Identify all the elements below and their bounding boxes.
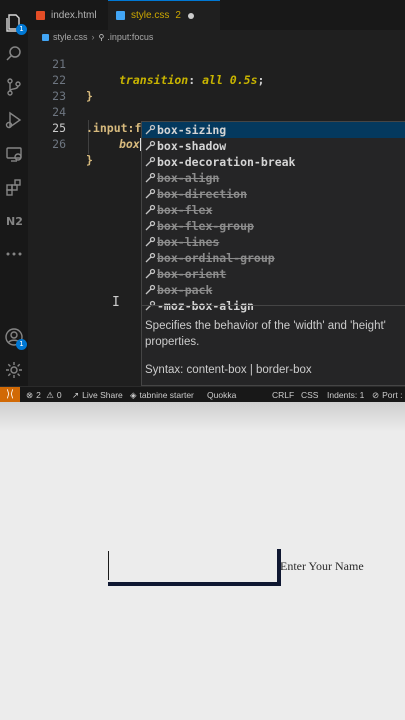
code-line: 22 } xyxy=(28,56,405,103)
mouse-ibeam-icon: I xyxy=(112,295,120,310)
problems-status[interactable]: ⊗ 2 ⚠ 0 xyxy=(26,387,62,402)
code-line: 25 box xyxy=(28,104,405,151)
suggestion-item[interactable]: box-direction xyxy=(142,186,405,202)
suggestion-label: box-ordinal-group xyxy=(157,251,275,265)
error-icon: ⊗ xyxy=(26,390,34,400)
suggestion-label: box-orient xyxy=(157,267,227,281)
suggestion-item[interactable]: box-align xyxy=(142,170,405,186)
html-file-icon xyxy=(36,10,45,20)
quokka-button[interactable]: Quokka xyxy=(207,387,236,402)
suggestion-item[interactable]: box-lines xyxy=(142,234,405,250)
extensions-icon[interactable] xyxy=(4,177,24,197)
account-icon[interactable]: 1 xyxy=(4,327,27,350)
suggestion-label: box-direction xyxy=(157,187,248,201)
problems-count: 2 xyxy=(175,10,181,21)
property-wrench-icon xyxy=(144,220,156,232)
property-wrench-icon xyxy=(144,172,156,184)
svg-text:N2: N2 xyxy=(6,215,23,228)
activity-bar: 1 N2 1 xyxy=(0,0,28,386)
property-wrench-icon xyxy=(144,156,156,168)
suggestion-label: box-lines xyxy=(157,235,220,249)
port-icon: ⊘ xyxy=(372,390,380,400)
suggestion-item[interactable]: box-ordinal-group xyxy=(142,250,405,266)
status-bar: ⟩⟨ ⊗ 2 ⚠ 0 ↗ Live Share ◈ tabnine starter Qu… xyxy=(0,386,405,402)
suggestion-item[interactable]: box-shadow xyxy=(142,138,405,154)
n2-icon[interactable]: N2 xyxy=(4,210,24,230)
port-button[interactable]: ⊘ Port : xyxy=(372,387,402,402)
tabnine-icon: ◈ xyxy=(130,390,137,400)
source-control-icon[interactable] xyxy=(4,77,24,97)
more-icon[interactable] xyxy=(4,244,24,264)
property-wrench-icon xyxy=(144,284,156,296)
tabnine-button[interactable]: ◈ tabnine starter xyxy=(130,387,194,402)
notification-badge: 1 xyxy=(16,339,27,350)
property-wrench-icon xyxy=(144,252,156,264)
line-ending-button[interactable]: CRLF xyxy=(272,387,294,402)
remote-explorer-icon[interactable] xyxy=(4,144,24,164)
line-number: 26 xyxy=(52,137,66,151)
suggestion-item[interactable]: box-decoration-break xyxy=(142,154,405,170)
css-file-icon xyxy=(116,11,125,20)
suggestion-label: box-flex xyxy=(157,203,213,217)
suggestion-label: box-pack xyxy=(157,283,213,297)
language-mode-button[interactable]: CSS xyxy=(301,387,318,402)
suggestion-item[interactable]: box-sizing xyxy=(142,122,405,138)
tab-label: style.css xyxy=(131,10,170,21)
run-debug-icon[interactable] xyxy=(4,110,24,130)
suggestion-details: Specifies the behavior of the 'width' an… xyxy=(142,305,405,386)
property-wrench-icon xyxy=(144,124,156,136)
input-label: Enter Your Name xyxy=(280,559,364,573)
preview-top-shadow xyxy=(0,402,405,432)
property-wrench-icon xyxy=(144,236,156,248)
suggestion-item[interactable]: box-flex xyxy=(142,202,405,218)
property-wrench-icon xyxy=(144,188,156,200)
property-wrench-icon xyxy=(144,140,156,152)
tab-label: index.html xyxy=(51,9,97,21)
warning-icon: ⚠ xyxy=(46,390,54,400)
autocomplete-widget: box-sizing box-shadow box-decoration-break… xyxy=(141,121,405,386)
suggestion-label: box-flex-group xyxy=(157,219,254,233)
suggestion-label: box-align xyxy=(157,171,220,185)
live-share-icon: ↗ xyxy=(72,390,80,400)
explorer-icon[interactable]: 1 xyxy=(4,12,27,35)
notification-badge: 1 xyxy=(16,24,27,35)
code-text: } xyxy=(86,153,93,167)
live-share-button[interactable]: ↗ Live Share xyxy=(72,387,123,402)
tab-style-css[interactable]: style.css 2 xyxy=(108,0,220,30)
name-input[interactable] xyxy=(108,549,281,586)
code-text: box xyxy=(119,137,141,151)
browser-preview: Enter Your Name xyxy=(0,402,405,720)
property-wrench-icon xyxy=(144,268,156,280)
suggestion-item[interactable]: box-pack xyxy=(142,282,405,298)
suggestion-item[interactable]: box-flex-group xyxy=(142,218,405,234)
remote-icon: ⟩⟨ xyxy=(6,389,14,400)
suggestion-label: box-sizing xyxy=(157,123,227,137)
tab-bar: index.html style.css 2 xyxy=(28,0,405,30)
suggestion-label: box-shadow xyxy=(157,139,227,153)
property-wrench-icon xyxy=(144,204,156,216)
code-line: 21 transition: all 0.5s; xyxy=(28,40,405,87)
code-line: 24 .input:focus { xyxy=(28,88,405,135)
search-icon[interactable] xyxy=(4,44,24,64)
unsaved-dot-icon[interactable] xyxy=(187,12,194,19)
suggestion-label: box-decoration-break xyxy=(157,155,296,169)
settings-icon[interactable] xyxy=(4,360,24,380)
suggestion-syntax: Syntax: content-box | border-box xyxy=(145,364,312,376)
code-editor: 1 N2 1 index.html style.css 2 style.css › … xyxy=(0,0,405,402)
tab-index-html[interactable]: index.html xyxy=(28,0,108,30)
indentation-button[interactable]: Indents: 1 xyxy=(327,387,364,402)
code-line: 23 xyxy=(28,72,405,103)
suggestion-description: Specifies the behavior of the 'width' an… xyxy=(145,320,386,348)
remote-button[interactable]: ⟩⟨ xyxy=(0,387,20,402)
input-caret xyxy=(108,551,109,580)
suggestion-item[interactable]: box-orient xyxy=(142,266,405,282)
